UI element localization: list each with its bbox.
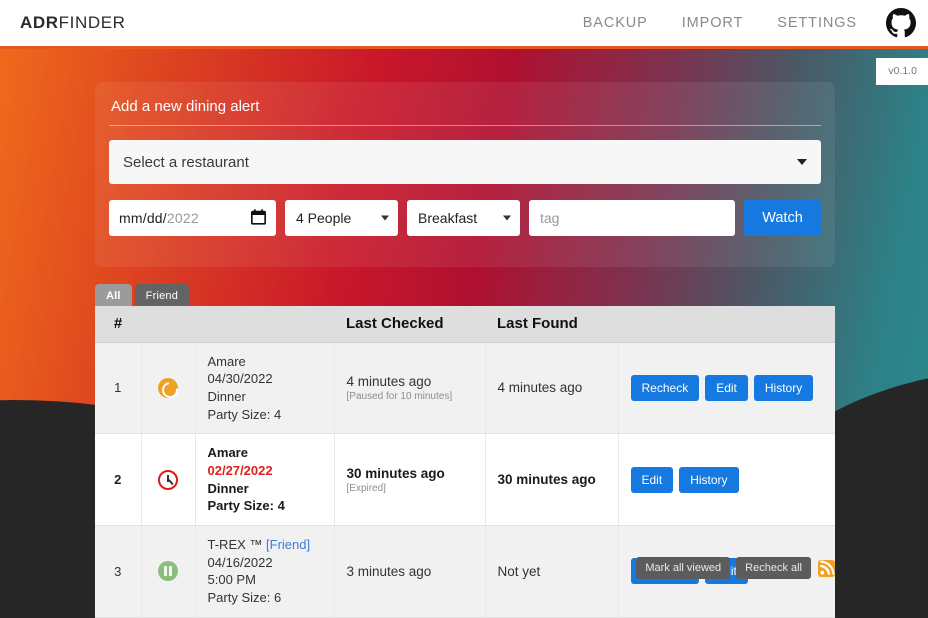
table-header-row: # Last Checked Last Found (95, 306, 835, 343)
recheck-all-button[interactable]: Recheck all (736, 557, 811, 579)
row-actions-cell: Recheck Edit History (618, 342, 835, 435)
table-head: # Last Checked Last Found (95, 306, 835, 343)
party-size-select[interactable]: 4 People (285, 200, 398, 236)
alert-restaurant: Amare (207, 445, 248, 461)
column-header-actions (618, 306, 835, 343)
add-alert-card: Add a new dining alert Select a restaura… (95, 82, 835, 267)
watch-button[interactable]: Watch (744, 200, 821, 236)
history-button[interactable]: History (753, 374, 814, 401)
alert-date: 04/30/2022 (207, 371, 273, 387)
alert-restaurant: Amare (207, 353, 246, 369)
row-index: 1 (114, 380, 122, 396)
mark-all-viewed-button[interactable]: Mark all viewed (636, 557, 731, 579)
version-badge: v0.1.0 (876, 58, 928, 85)
chevron-down-icon (381, 215, 389, 221)
history-button[interactable]: History (679, 466, 739, 493)
chevron-down-icon (503, 215, 511, 221)
date-input[interactable]: mm/dd/2022 (109, 200, 276, 236)
restaurant-select-value: Select a restaurant (123, 153, 249, 171)
tab-friend[interactable]: Friend (134, 284, 190, 307)
alert-details-cell: Amare 04/30/2022 Dinner Party Size: 4 (195, 342, 335, 435)
card-title: Add a new dining alert (109, 98, 821, 126)
clock-icon[interactable] (158, 469, 178, 490)
brand-logo[interactable]: ADRFINDER (20, 13, 126, 33)
edit-button[interactable]: Edit (705, 374, 748, 401)
restaurant-select[interactable]: Select a restaurant (109, 140, 821, 184)
row-index: 2 (114, 472, 122, 488)
brand-bold-text: ADR (20, 13, 59, 32)
column-header-last-found: Last Found (485, 306, 618, 343)
nav-item-settings[interactable]: SETTINGS (760, 15, 874, 31)
friend-link[interactable]: [Friend] (266, 537, 310, 552)
brand-light-text: FINDER (58, 13, 126, 32)
last-found-value: 30 minutes ago (497, 472, 596, 488)
edit-button[interactable]: Edit (630, 466, 674, 493)
date-input-placeholder: mm/dd/2022 (119, 210, 199, 226)
alert-party-size: Party Size: 4 (207, 498, 285, 514)
last-checked-cell: 30 minutes ago [Expired] (334, 433, 486, 526)
table-row: 1 Amare 04/30/2022 Dinner Party Size: 4 4 min… (95, 342, 835, 435)
column-header-last-checked: Last Checked (334, 306, 485, 343)
party-size-value: 4 People (296, 210, 352, 226)
meal-period-select[interactable]: Breakfast (407, 200, 520, 236)
alert-status-note: [Paused for 10 minutes] (346, 390, 453, 402)
last-found-cell: 4 minutes ago (485, 342, 619, 435)
nav-item-backup[interactable]: BACKUP (566, 15, 665, 31)
last-found-cell: 30 minutes ago (485, 433, 619, 526)
refresh-icon[interactable] (158, 377, 178, 398)
last-checked-value: 4 minutes ago (346, 373, 432, 389)
nav-item-import[interactable]: IMPORT (665, 15, 761, 31)
column-header-index: # (95, 306, 141, 343)
rss-icon[interactable] (818, 559, 835, 577)
alert-params-row: mm/dd/2022 4 People Breakfast tag Watch (109, 200, 821, 236)
alert-meal: Dinner (207, 388, 246, 404)
calendar-icon[interactable] (250, 208, 267, 228)
app-header: ADRFINDER BACKUP IMPORT SETTINGS (0, 0, 928, 46)
alert-party-size: Party Size: 6 (207, 589, 282, 605)
github-icon[interactable] (886, 8, 916, 38)
alert-date: 02/27/2022 (207, 462, 273, 478)
chevron-down-icon (797, 159, 807, 165)
row-actions-cell: Edit History (618, 433, 835, 526)
recheck-button[interactable]: Recheck (630, 374, 700, 401)
main-nav: BACKUP IMPORT SETTINGS (566, 8, 928, 38)
alert-restaurant: T-REX ™ [Friend] (207, 536, 311, 552)
alert-party-size: Party Size: 4 (207, 406, 282, 422)
last-checked-cell: 4 minutes ago [Paused for 10 minutes] (334, 342, 486, 435)
alert-meal: Dinner (207, 480, 249, 496)
tag-input-placeholder: tag (540, 210, 560, 226)
alert-status-note: [Expired] (346, 482, 386, 494)
alert-details-cell: Amare 02/27/2022 Dinner Party Size: 4 (195, 433, 335, 526)
last-found-value: 4 minutes ago (497, 380, 583, 396)
table-footer-actions: Mark all viewed Recheck all (95, 556, 835, 580)
filter-tabs: All Friend (95, 284, 190, 307)
column-header-details (195, 306, 334, 343)
column-header-status (141, 306, 195, 343)
table-row: 2 Amare 02/27/2022 Dinner Party Size: 4 30 mi… (95, 433, 835, 526)
last-checked-value: 30 minutes ago (346, 465, 445, 481)
meal-period-value: Breakfast (418, 210, 478, 226)
tag-input[interactable]: tag (529, 200, 735, 236)
tab-all[interactable]: All (95, 284, 132, 307)
